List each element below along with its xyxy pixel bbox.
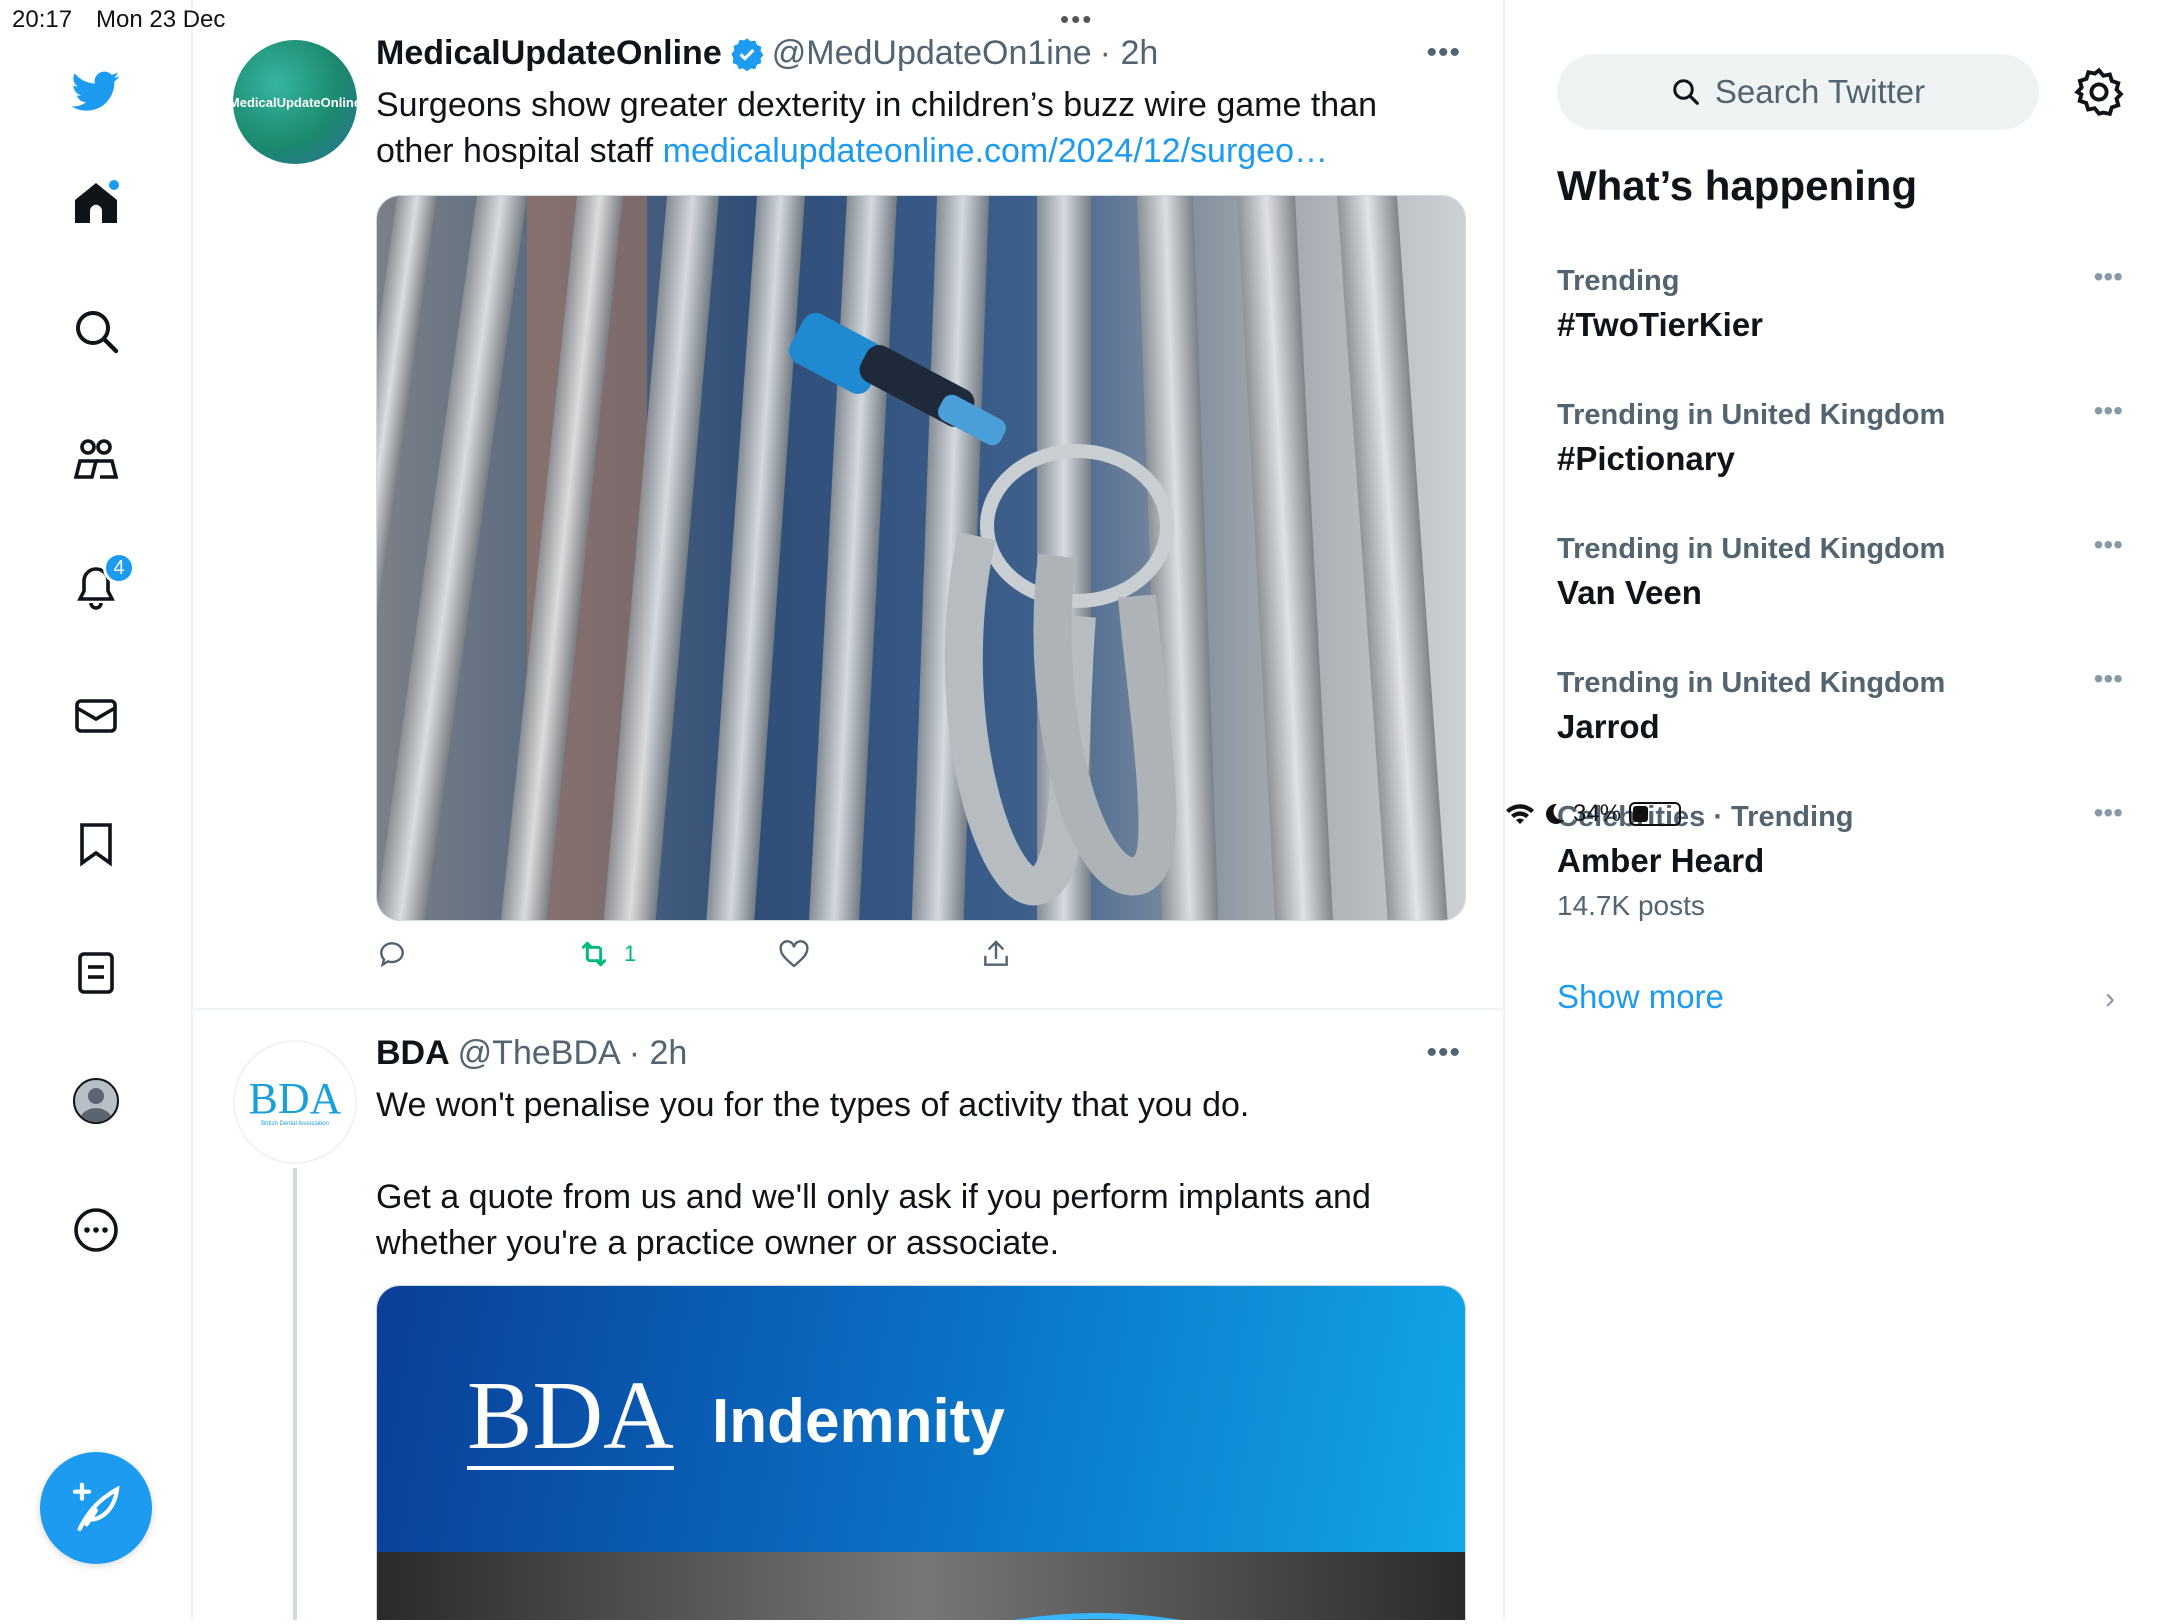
moon-icon: [1546, 803, 1564, 824]
home-icon[interactable]: [63, 170, 129, 236]
status-right: 34%: [1505, 4, 2160, 1624]
tweet-body-line2: Get a quote from us and we'll only ask i…: [376, 1178, 1371, 1262]
retweet-icon: [581, 941, 607, 967]
banner-title: Indemnity: [712, 1387, 1005, 1456]
tweet-more-icon[interactable]: •••: [1426, 36, 1461, 70]
avatar-logo-text: BDA: [248, 1074, 342, 1123]
compose-button[interactable]: [40, 1452, 152, 1564]
messages-icon[interactable]: [63, 683, 129, 749]
banner-arc: [1013, 1613, 1181, 1620]
notifications-badge: 4: [103, 552, 135, 584]
heart-icon: [779, 940, 809, 968]
author-handle[interactable]: @MedUpdateOn1ine: [772, 34, 1092, 73]
profile-icon[interactable]: [63, 1068, 129, 1134]
avatar-bda[interactable]: BDA British Dental Association: [233, 1040, 357, 1164]
multitasking-dots-icon[interactable]: •••: [1060, 4, 1093, 35]
author-name[interactable]: MedicalUpdateOnline: [376, 34, 722, 73]
twitter-logo-icon[interactable]: [63, 58, 129, 124]
communities-icon[interactable]: [63, 426, 129, 492]
battery-icon: [1629, 802, 1682, 826]
avatar-logo-text: MedicalUpdateOnline: [233, 94, 357, 110]
tweet-bda[interactable]: BDA British Dental Association BDA @TheB…: [193, 1010, 1503, 1620]
tweet-header: MedicalUpdateOnline @MedUpdateOn1ine · 2…: [376, 34, 1158, 73]
retweet-button[interactable]: 1: [576, 938, 778, 970]
left-nav: 4: [0, 0, 193, 1620]
home-unread-dot: [107, 178, 121, 192]
tweet-link[interactable]: medicalupdateonline.com/2024/12/surgeo…: [663, 132, 1328, 170]
tweet-text: We won't penalise you for the types of a…: [376, 1082, 1426, 1266]
share-icon: [984, 940, 1008, 966]
tweet-image[interactable]: BDA Indemnity: [376, 1285, 1466, 1620]
timeline[interactable]: MedicalUpdateOnline MedicalUpdateOnline …: [193, 0, 1505, 1620]
lists-icon[interactable]: [63, 940, 129, 1006]
tweet-text: Surgeons show greater dexterity in child…: [376, 82, 1426, 174]
author-name[interactable]: BDA: [376, 1034, 450, 1073]
share-button[interactable]: [980, 938, 1012, 970]
reply-button[interactable]: [376, 938, 576, 970]
tweet-more-icon[interactable]: •••: [1426, 1036, 1461, 1070]
author-handle[interactable]: @TheBDA: [458, 1034, 621, 1073]
retweet-count: 1: [624, 941, 637, 966]
buzz-wire-photo: [377, 196, 1465, 920]
verified-badge-icon: [731, 37, 764, 71]
avatar-medicalupdateonline[interactable]: MedicalUpdateOnline: [233, 40, 357, 164]
status-time: 20:17: [12, 6, 73, 33]
like-button[interactable]: [778, 938, 980, 970]
notifications-icon[interactable]: 4: [63, 552, 135, 620]
avatar-logo-subtext: British Dental Association: [261, 1121, 329, 1127]
wifi-icon: [1506, 804, 1534, 824]
search-icon[interactable]: [63, 298, 129, 364]
battery-percent: 34%: [1573, 800, 1622, 827]
reply-icon: [380, 942, 404, 968]
tweet-time[interactable]: · 2h: [1100, 34, 1159, 73]
thread-line: [293, 1168, 297, 1620]
tweet-time[interactable]: · 2h: [629, 1034, 688, 1073]
tweet-medicalupdateonline[interactable]: MedicalUpdateOnline MedicalUpdateOnline …: [193, 0, 1503, 1010]
status-date: Mon 23 Dec: [96, 6, 226, 33]
tweet-image[interactable]: [376, 195, 1466, 921]
tweet-body-line1: We won't penalise you for the types of a…: [376, 1086, 1250, 1124]
compose-icon: [72, 1482, 120, 1532]
bookmarks-icon[interactable]: [63, 811, 129, 877]
status-bar: 20:17 Mon 23 Dec ••• 34%: [0, 0, 2160, 827]
tweet-actions: 1: [376, 938, 1012, 970]
tweet-header: BDA @TheBDA · 2h: [376, 1034, 687, 1073]
more-icon[interactable]: [63, 1197, 129, 1263]
banner-logo: BDA: [467, 1362, 674, 1470]
